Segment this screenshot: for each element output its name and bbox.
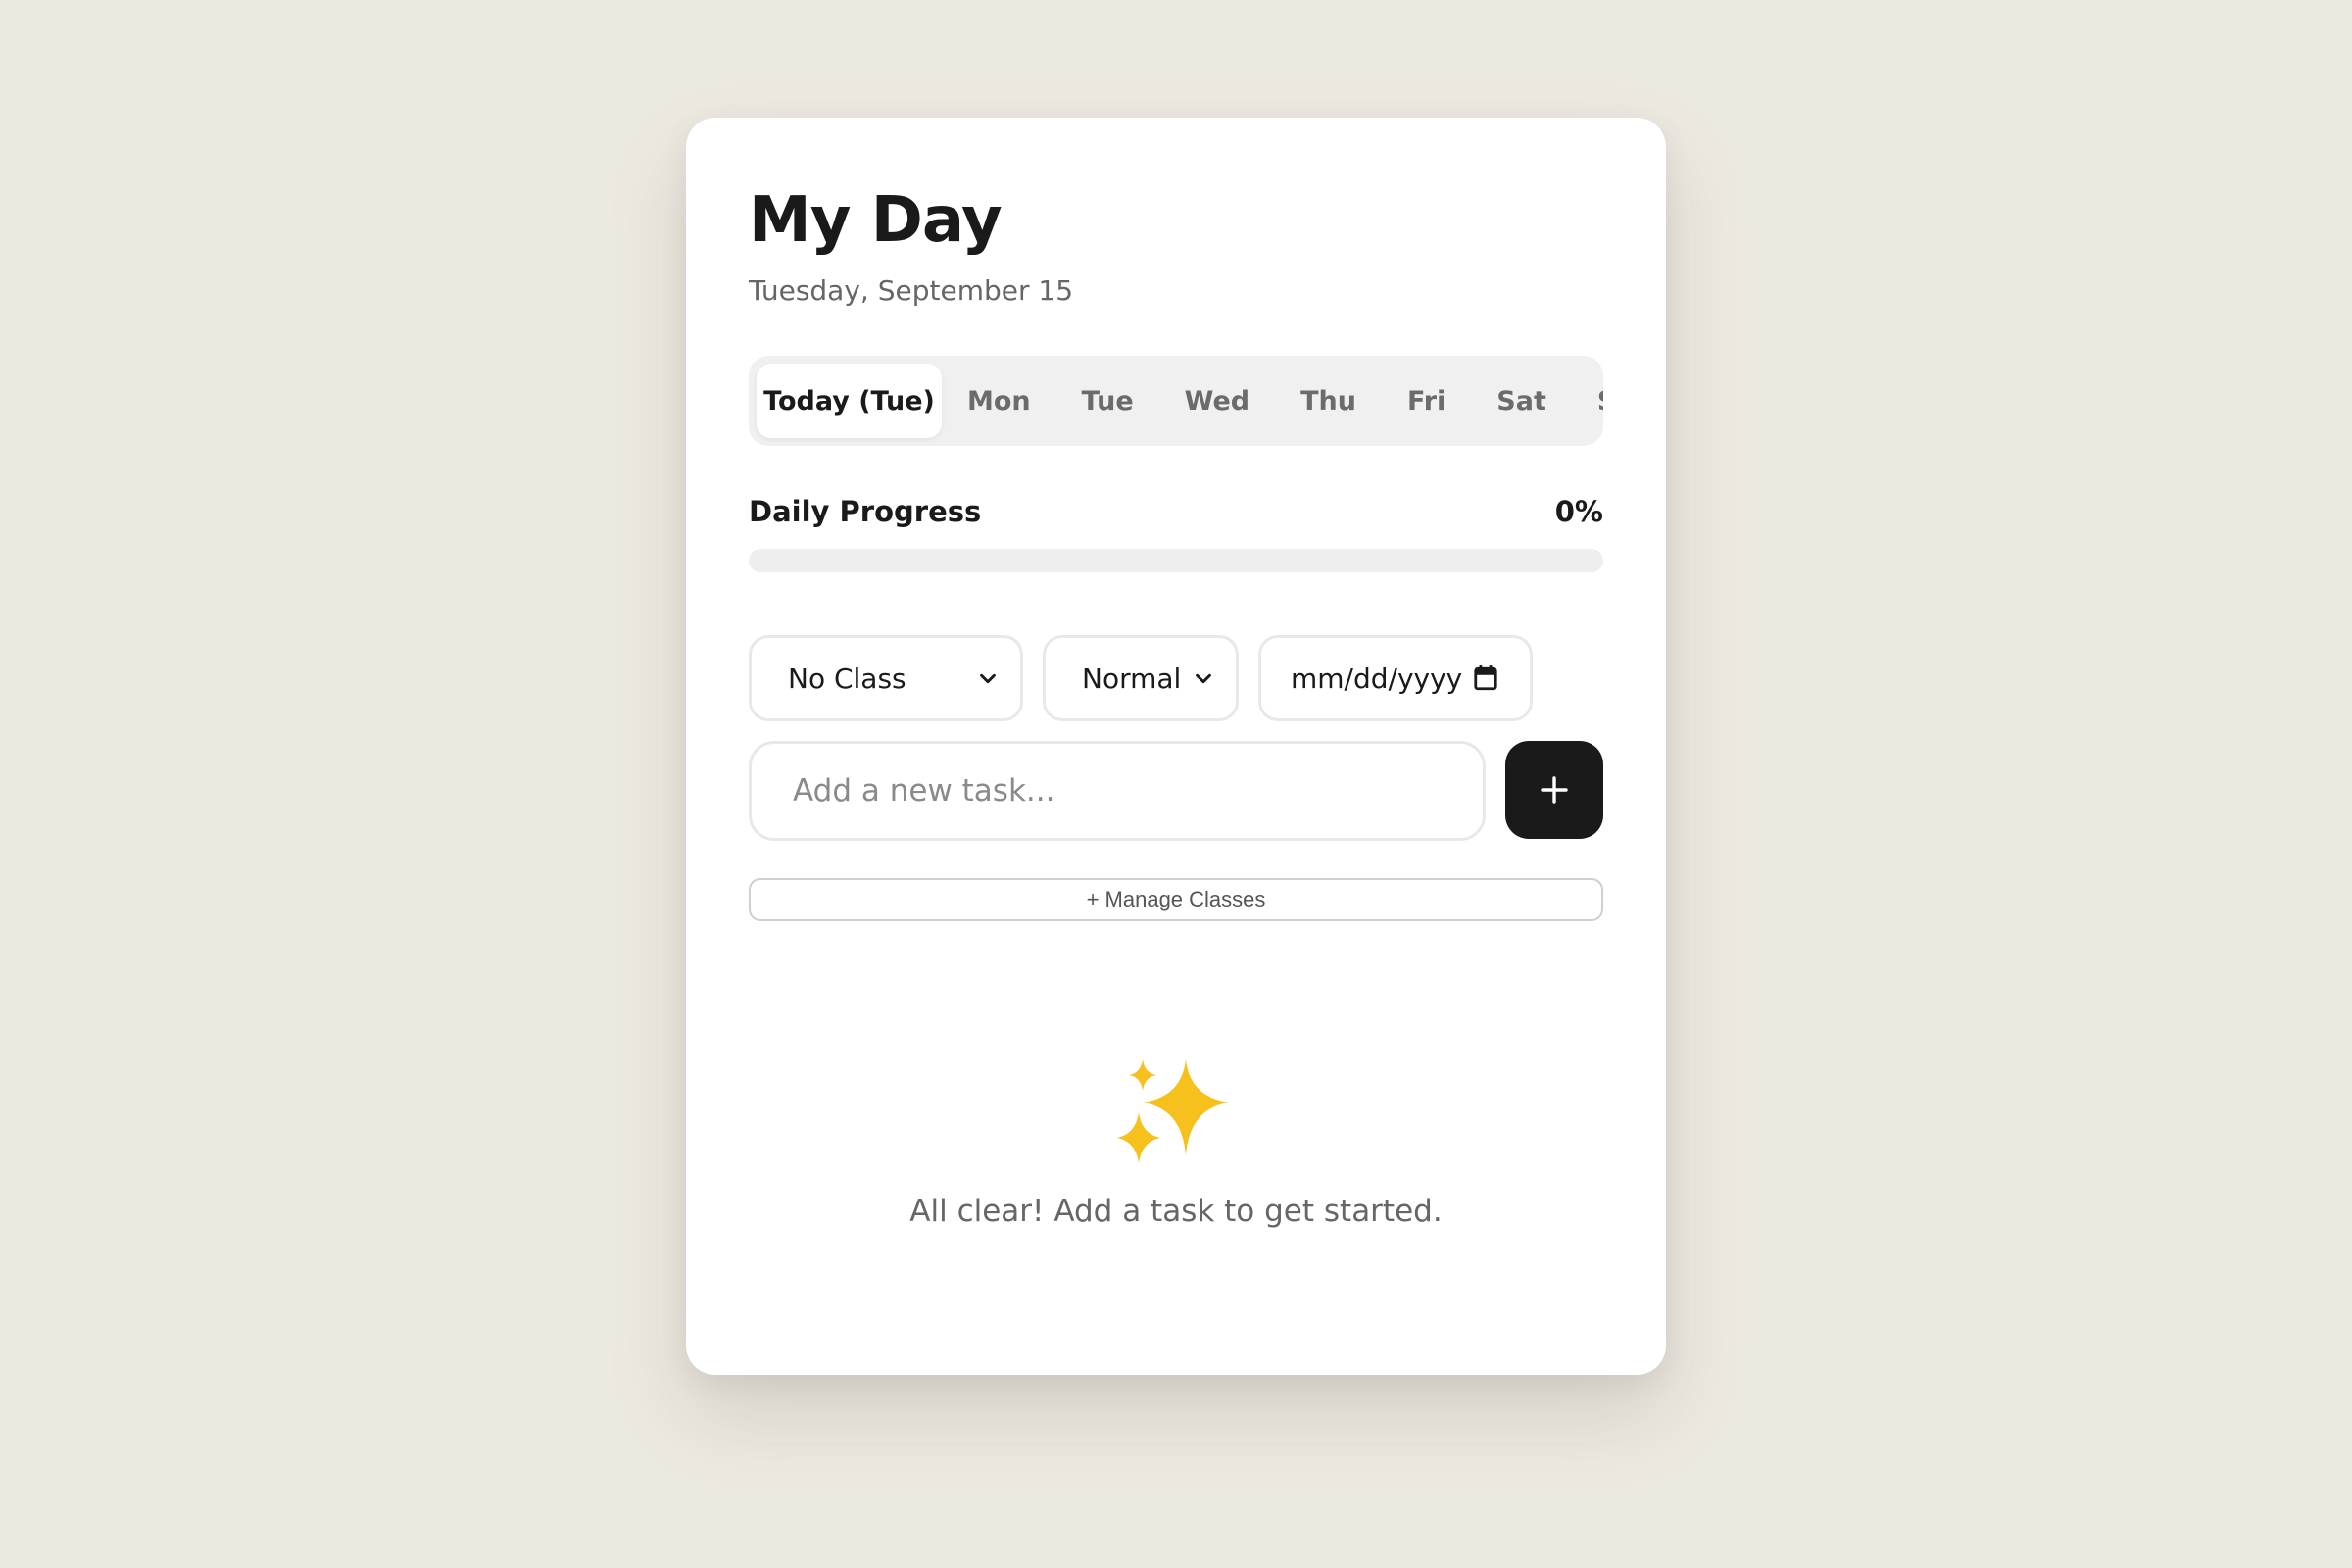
empty-state-message: All clear! Add a task to get started. xyxy=(909,1194,1443,1229)
manage-classes-button[interactable]: + Manage Classes xyxy=(749,878,1603,921)
tab-mon[interactable]: Mon xyxy=(942,364,1056,438)
new-task-placeholder: Add a new task... xyxy=(793,773,1055,808)
tab-today[interactable]: Today (Tue) xyxy=(757,364,942,438)
current-date: Tuesday, September 15 xyxy=(749,274,1074,307)
tab-sat[interactable]: Sat xyxy=(1471,364,1572,438)
due-date-input[interactable]: mm/dd/yyyy xyxy=(1258,635,1533,721)
sparkles-icon xyxy=(1117,1059,1229,1163)
chevron-down-icon xyxy=(980,673,996,684)
priority-select-value: Normal xyxy=(1082,662,1182,695)
chevron-down-icon xyxy=(1196,673,1211,684)
progress-bar xyxy=(749,549,1603,572)
class-select-value: No Class xyxy=(788,662,906,695)
page-title: My Day xyxy=(749,184,1003,257)
class-select[interactable]: No Class xyxy=(749,635,1023,721)
tab-wed[interactable]: Wed xyxy=(1159,364,1275,438)
my-day-card: My Day Tuesday, September 15 Today (Tue)… xyxy=(686,118,1666,1375)
plus-icon xyxy=(1541,776,1568,804)
day-tabs: Today (Tue) Mon Tue Wed Thu Fri Sat Sun xyxy=(749,356,1603,446)
add-task-button[interactable] xyxy=(1505,741,1603,839)
progress-value: 0% xyxy=(1554,495,1603,528)
tab-thu[interactable]: Thu xyxy=(1275,364,1382,438)
tab-tue[interactable]: Tue xyxy=(1056,364,1159,438)
priority-select[interactable]: Normal xyxy=(1043,635,1239,721)
tab-sun[interactable]: Sun xyxy=(1572,364,1603,438)
tab-fri[interactable]: Fri xyxy=(1382,364,1471,438)
calendar-icon[interactable] xyxy=(1473,664,1498,692)
due-date-placeholder: mm/dd/yyyy xyxy=(1291,662,1463,695)
new-task-input[interactable]: Add a new task... xyxy=(749,741,1486,841)
progress-label: Daily Progress xyxy=(749,495,982,528)
